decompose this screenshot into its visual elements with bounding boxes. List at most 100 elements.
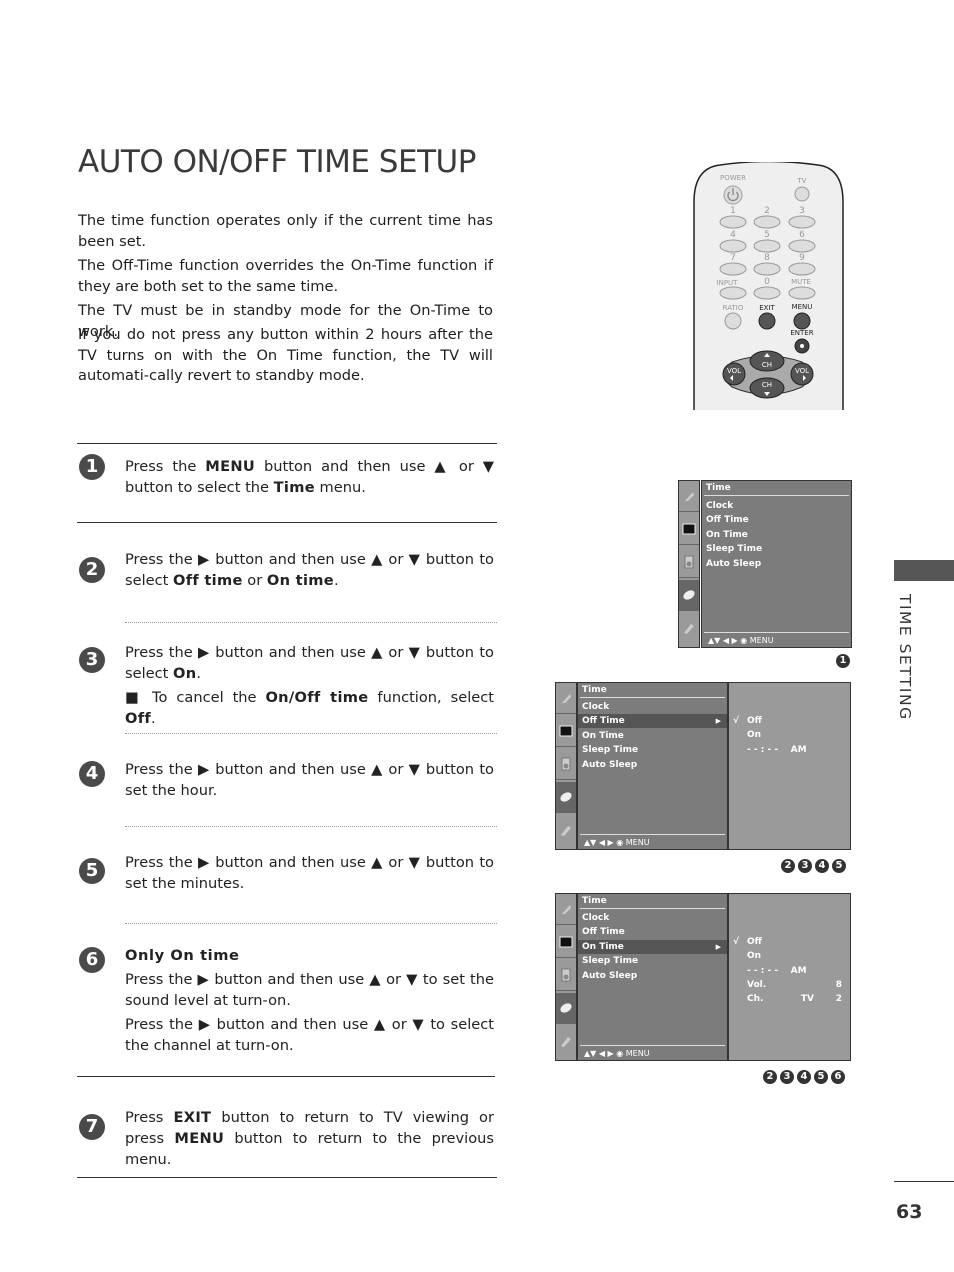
osd-screen-1: Time Clock Off Time On Time Sleep Time A… <box>678 480 852 648</box>
section-tab-marker <box>894 560 954 581</box>
step-badge: 1 <box>836 654 850 668</box>
osd-menu-title: Time <box>582 685 607 695</box>
satellite-icon <box>556 894 576 925</box>
step-badge: 3 <box>798 859 812 873</box>
osd-icon-bar <box>555 682 577 850</box>
step-6-text-1: Press the ▶ button and then use ▲ or ▼ t… <box>125 971 494 1009</box>
step-badge: 3 <box>780 1070 794 1084</box>
osd-item-clock[interactable]: Clock <box>706 499 851 513</box>
divider <box>77 522 497 523</box>
label-5: 5 <box>764 230 770 240</box>
divider <box>77 1177 497 1178</box>
osd-item-clock[interactable]: Clock <box>582 700 727 714</box>
channel-label: Ch. <box>747 994 764 1004</box>
satellite-icon <box>556 683 576 714</box>
step-badge: 6 <box>831 1070 845 1084</box>
osd-screen-2: Time Clock Off Time ▶ On Time Sleep Time … <box>555 682 851 850</box>
step-badge: 5 <box>814 1070 828 1084</box>
divider <box>77 1076 495 1077</box>
osd-menu-title: Time <box>706 483 731 493</box>
section-tab-label: TIME SETTING <box>896 594 914 721</box>
ratio-label: RATIO <box>722 304 744 312</box>
osd-item-off-time[interactable]: Off Time <box>706 513 851 527</box>
enter-label: ENTER <box>790 329 814 337</box>
step-badge: 4 <box>815 859 829 873</box>
satellite-icon <box>679 481 699 512</box>
step-1-text: Press the MENU button and then use ▲ or … <box>125 458 494 496</box>
arrow-right-icon: ▶ <box>715 717 721 725</box>
osd-option-on[interactable]: On <box>747 949 842 963</box>
channel-source: TV <box>800 994 814 1004</box>
step-6-text-2: Press the ▶ button and then use ▲ or ▼ t… <box>125 1016 494 1054</box>
osd-item-on-time[interactable]: On Time <box>582 729 727 743</box>
step-7-text: Press EXIT button to return to TV viewin… <box>125 1109 494 1168</box>
osd-option-on[interactable]: On <box>747 728 842 742</box>
osd-item-auto-sleep[interactable]: Auto Sleep <box>582 969 727 983</box>
osd-item-sleep-time[interactable]: Sleep Time <box>706 542 851 556</box>
step-badge: 5 <box>832 859 846 873</box>
osd-item-sleep-time[interactable]: Sleep Time <box>582 743 727 757</box>
picture-icon <box>556 927 576 958</box>
osd-icon-bar <box>678 480 700 648</box>
step-badge: 4 <box>797 1070 811 1084</box>
osd-submenu: √ Off On - - : - - AM <box>728 682 851 850</box>
tag-icon <box>679 613 699 643</box>
picture-icon <box>679 514 699 545</box>
intro-paragraph-1: The time function operates only if the c… <box>78 212 493 250</box>
input-label: INPUT <box>716 279 738 287</box>
clock-icon <box>679 580 699 611</box>
osd-footer-nav-hint: ▲▼ ◀ ▶ ◉ MENU <box>584 838 650 847</box>
osd-item-off-time-selected[interactable]: Off Time ▶ <box>578 714 727 728</box>
ch-up-label: CH <box>761 361 773 369</box>
dotted-divider <box>125 733 497 734</box>
tv-label: TV <box>797 177 807 185</box>
label-1: 1 <box>730 206 736 216</box>
osd-channel-row[interactable]: Ch. TV 2 <box>747 992 842 1006</box>
clock-icon <box>556 993 576 1024</box>
picture-icon <box>556 716 576 747</box>
osd-menu-title: Time <box>582 896 607 906</box>
ch-down-label: CH <box>761 381 773 389</box>
divider <box>77 443 497 444</box>
osd-item-off-time[interactable]: Off Time <box>582 925 727 939</box>
check-icon: √ <box>733 716 740 726</box>
osd-volume-row[interactable]: Vol. 8 <box>747 978 842 992</box>
step-2-text: Press the ▶ button and then use ▲ or ▼ b… <box>125 551 494 589</box>
label-8: 8 <box>764 253 770 263</box>
intro-paragraph-4: If you do not press any button within 2 … <box>78 326 493 384</box>
osd-3-step-badges: 2 3 4 5 6 <box>763 1070 845 1084</box>
page-number-rule <box>894 1181 954 1182</box>
speaker-icon <box>556 749 576 780</box>
label-3: 3 <box>799 206 805 216</box>
step-5-text: Press the ▶ button and then use ▲ or ▼ b… <box>125 854 494 892</box>
step-number-6: 6 <box>79 947 105 973</box>
osd-item-sleep-time[interactable]: Sleep Time <box>582 954 727 968</box>
label-2: 2 <box>764 206 770 216</box>
osd-screen-3: Time Clock Off Time On Time ▶ Sleep Time … <box>555 893 851 1061</box>
tag-icon <box>556 815 576 845</box>
osd-item-auto-sleep[interactable]: Auto Sleep <box>706 557 851 571</box>
osd-item-on-time[interactable]: On Time <box>706 528 851 542</box>
step-4-text: Press the ▶ button and then use ▲ or ▼ b… <box>125 761 494 799</box>
step-3-text: Press the ▶ button and then use ▲ or ▼ b… <box>125 644 494 682</box>
label-9: 9 <box>799 253 805 263</box>
osd-option-off[interactable]: Off <box>747 714 842 728</box>
osd-time-field[interactable]: - - : - - AM <box>747 964 842 978</box>
osd-2-step-badges: 2 3 4 5 <box>781 859 846 873</box>
osd-item-clock[interactable]: Clock <box>582 911 727 925</box>
osd-time-field[interactable]: - - : - - AM <box>747 743 842 757</box>
step-badge: 2 <box>763 1070 777 1084</box>
speaker-icon <box>679 547 699 578</box>
step-number-5: 5 <box>79 858 105 884</box>
vol-left-label: VOL <box>726 367 742 375</box>
vol-right-label: VOL <box>794 367 810 375</box>
osd-option-off[interactable]: Off <box>747 935 842 949</box>
volume-label: Vol. <box>747 980 767 990</box>
osd-main-menu: Time Clock Off Time ▶ On Time Sleep Time … <box>577 682 728 850</box>
volume-value: 8 <box>835 980 842 990</box>
osd-item-on-time-selected[interactable]: On Time ▶ <box>578 940 727 954</box>
clock-icon <box>556 782 576 813</box>
step-6-heading: Only On time <box>125 947 240 964</box>
page-title: AUTO ON/OFF TIME SETUP <box>78 144 476 180</box>
osd-item-auto-sleep[interactable]: Auto Sleep <box>582 758 727 772</box>
